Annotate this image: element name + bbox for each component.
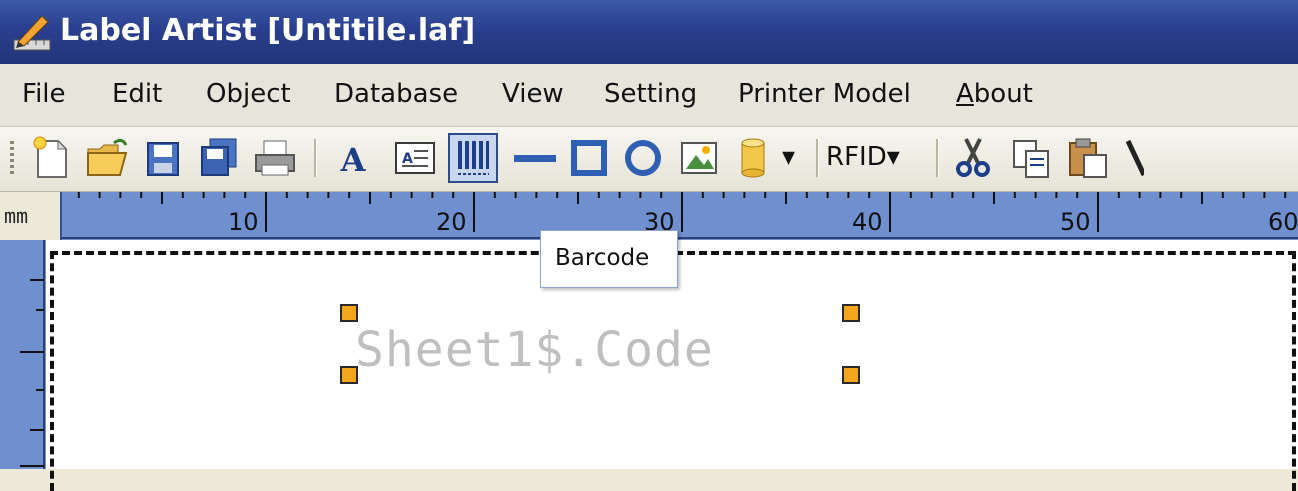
textbox-icon[interactable]: A [392, 135, 438, 181]
ruler-number: 40 [852, 208, 883, 236]
data-field-object[interactable]: Sheet1$.Code [355, 318, 714, 382]
ellipse-icon[interactable] [620, 135, 666, 181]
print-icon[interactable] [252, 135, 298, 181]
save-all-icon[interactable] [196, 135, 242, 181]
menu-about[interactable]: About [956, 76, 1033, 112]
menu-about-accelerator: A [956, 79, 974, 109]
cut-icon[interactable] [950, 135, 996, 181]
menu-bar: File Edit Object Database View Setting P… [0, 64, 1298, 127]
vertical-ruler-ticks [20, 240, 45, 469]
toolbar-grip[interactable] [10, 141, 14, 177]
menu-about-label: bout [973, 79, 1033, 109]
open-folder-icon[interactable] [84, 135, 130, 181]
tooltip-text: Barcode [555, 245, 650, 271]
selection-handle[interactable] [340, 304, 358, 322]
database-dropdown-arrow[interactable]: ▾ [782, 137, 795, 177]
vertical-ruler[interactable] [0, 240, 46, 469]
barcode-icon[interactable] [448, 133, 498, 183]
menu-printer-model[interactable]: Printer Model [738, 76, 911, 112]
rectangle-icon[interactable] [566, 135, 612, 181]
svg-text:A: A [402, 151, 413, 167]
copy-icon[interactable] [1008, 135, 1054, 181]
selection-handle[interactable] [340, 366, 358, 384]
tooltip: Barcode [540, 230, 678, 288]
paste-icon[interactable] [1064, 135, 1110, 181]
toolbar-separator [936, 139, 939, 177]
selection-handle[interactable] [842, 366, 860, 384]
image-icon[interactable] [676, 135, 722, 181]
ruler-number: 60 [1268, 208, 1298, 236]
ruler-unit: mm [4, 204, 29, 228]
toolbar-separator [816, 139, 819, 177]
text-icon[interactable]: A [330, 135, 376, 181]
horizontal-ruler[interactable]: 10 20 30 40 50 60 [62, 192, 1298, 240]
menu-edit[interactable]: Edit [112, 76, 162, 112]
database-icon[interactable] [730, 135, 776, 181]
title-bar: Label Artist [Untitile.laf] [0, 0, 1298, 64]
rfid-label: RFID [826, 142, 887, 172]
svg-text:A: A [340, 141, 367, 179]
save-icon[interactable] [140, 135, 186, 181]
ruler-number: 50 [1060, 208, 1091, 236]
selection-handle[interactable] [842, 304, 860, 322]
menu-file[interactable]: File [22, 76, 66, 112]
line-icon[interactable] [512, 135, 558, 181]
toolbar-separator [314, 139, 317, 177]
close-icon[interactable] [1124, 135, 1144, 181]
ruler-number: 10 [228, 208, 259, 236]
pencil-ruler-icon [12, 12, 52, 52]
menu-database[interactable]: Database [334, 76, 458, 112]
menu-setting[interactable]: Setting [604, 76, 697, 112]
menu-object[interactable]: Object [206, 76, 291, 112]
ruler-number: 20 [436, 208, 467, 236]
window-title: Label Artist [Untitile.laf] [60, 13, 476, 48]
rfid-button[interactable]: RFID▾ [826, 137, 900, 177]
menu-view[interactable]: View [502, 76, 564, 112]
rfid-dropdown-arrow: ▾ [886, 142, 900, 172]
toolbar: A A ▾ RFID▾ [0, 127, 1298, 192]
new-file-icon[interactable] [28, 135, 74, 181]
ruler-unit-box: mm [0, 192, 62, 240]
